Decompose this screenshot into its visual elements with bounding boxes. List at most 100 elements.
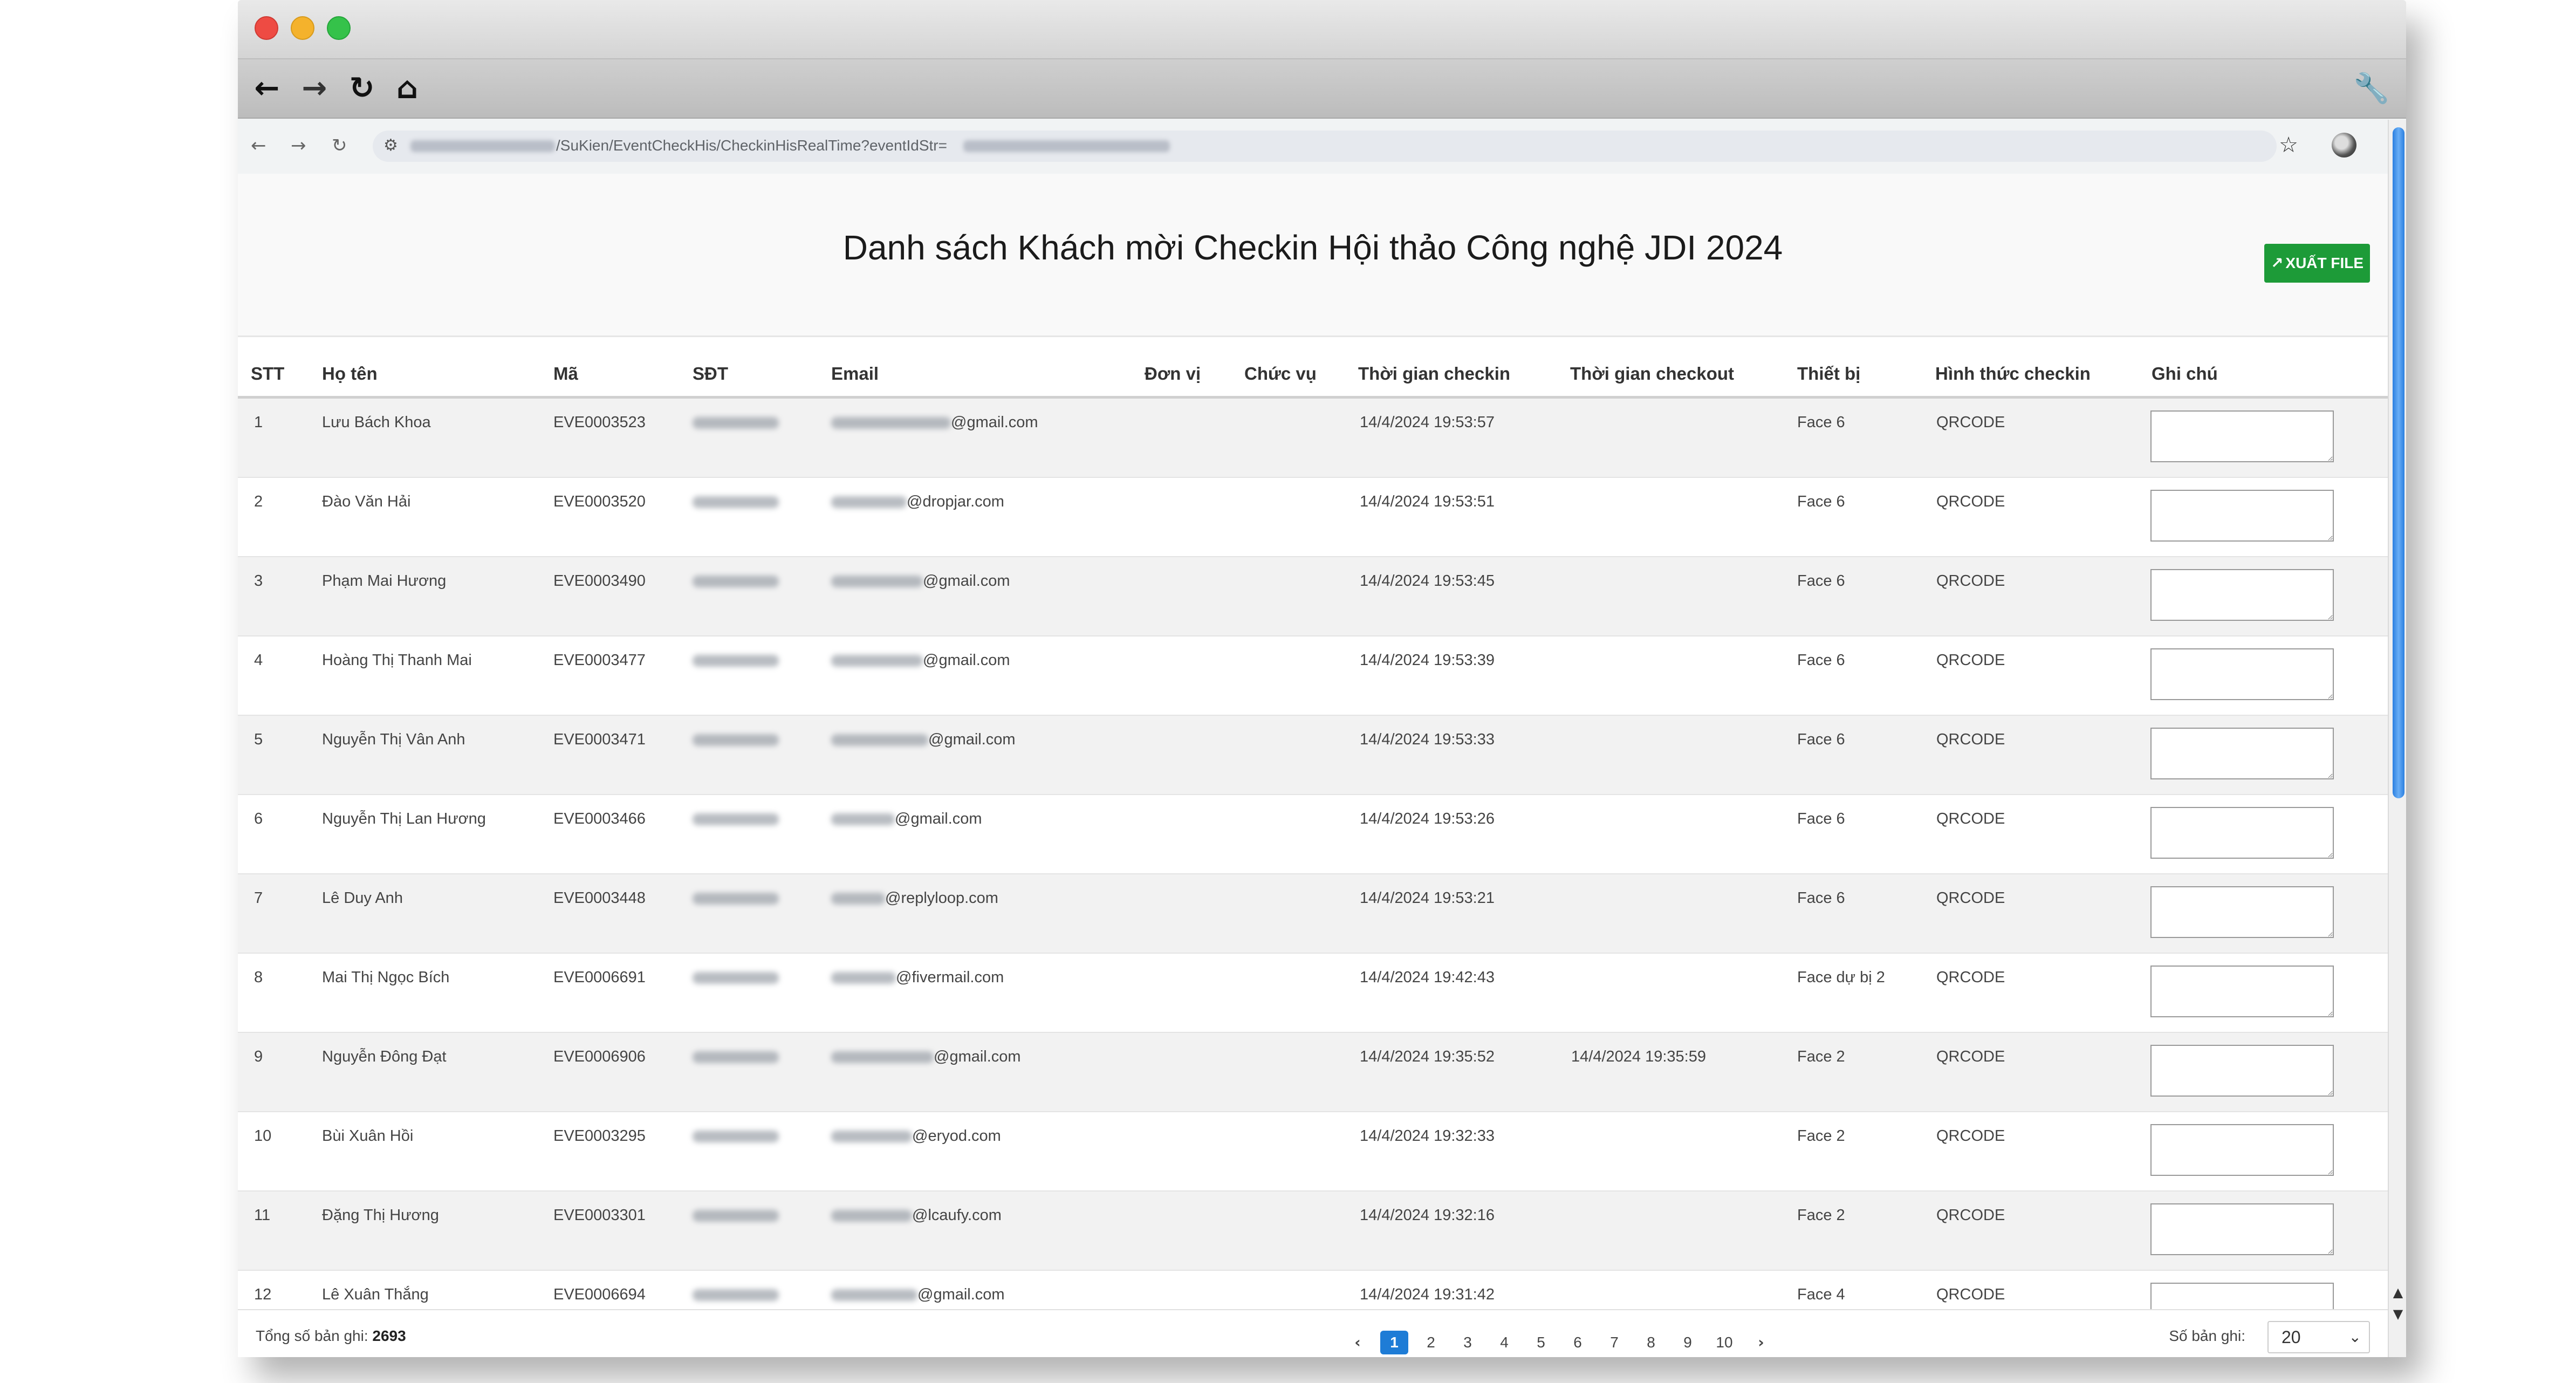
resize-grip-icon[interactable] [2388,1338,2406,1357]
cell-checkin-method: QRCODE [1936,1048,2005,1065]
cell-name: Đặng Thị Hương [322,1207,439,1224]
cell-code: EVE0003295 [553,1127,646,1145]
home-icon[interactable]: ⌂ [390,71,424,106]
minimize-window-button[interactable] [291,16,314,40]
cell-checkin-time: 14/4/2024 19:53:39 [1360,652,1495,669]
note-input[interactable] [2150,886,2334,938]
profile-icon[interactable] [2332,133,2356,158]
email-local-redacted [831,893,885,905]
cell-device: Face 6 [1797,652,1845,669]
cell-device: Face dự bị 2 [1797,969,1885,986]
scroll-up-icon[interactable]: ▲ [2391,1285,2405,1301]
cell-name: Mai Thị Ngọc Bích [322,969,450,986]
col-code: Mã [553,364,578,384]
col-name: Họ tên [322,364,378,384]
cell-email-domain: @gmail.com [895,810,982,827]
table-row: 9 Nguyễn Đông Đạt EVE0006906 14/4/2024 19:3… [238,1033,2388,1112]
email-local-redacted [831,417,951,429]
phone-redacted [693,576,779,587]
table-row: 8 Mai Thị Ngọc Bích EVE0006691 14/4/2024 19… [238,954,2388,1033]
wrench-icon[interactable]: 🔧 [2353,71,2389,106]
cell-code: EVE0003471 [553,731,646,748]
cell-checkin-method: QRCODE [1936,493,2005,510]
table-row: 2 Đào Văn Hải EVE0003520 14/4/2024 19:53:51… [238,478,2388,557]
page-link[interactable]: 6 [1564,1331,1592,1354]
cell-device: Face 4 [1797,1286,1845,1303]
star-icon[interactable]: ☆ [2279,133,2298,158]
cell-checkin-time: 14/4/2024 19:53:57 [1360,414,1495,431]
note-input[interactable] [2150,1203,2334,1255]
phone-redacted [693,496,779,508]
cell-device: Face 2 [1797,1127,1845,1145]
table-row: 10 Bùi Xuân Hồi EVE0003295 14/4/2024 19:32:… [238,1112,2388,1192]
email-local-redacted [831,1051,934,1063]
note-input[interactable] [2150,1124,2334,1176]
phone-redacted [693,1210,779,1222]
col-stt: STT [251,364,285,384]
page-link[interactable]: 7 [1600,1331,1628,1354]
note-input[interactable] [2150,410,2334,462]
note-input[interactable] [2150,728,2334,779]
per-page-select[interactable]: 20 ⌄ [2267,1321,2370,1353]
page-next-icon[interactable]: › [1747,1331,1775,1354]
cell-checkin-method: QRCODE [1936,889,2005,907]
email-local-redacted [831,496,907,508]
cell-checkin-method: QRCODE [1936,1286,2005,1303]
export-icon: ↗ [2270,254,2284,272]
site-settings-icon[interactable]: ⚙ [383,136,398,155]
maximize-window-button[interactable] [327,16,351,40]
page-link[interactable]: 5 [1527,1331,1555,1354]
email-local-redacted [831,655,923,667]
note-input[interactable] [2150,1283,2334,1309]
cell-device: Face 6 [1797,889,1845,907]
vertical-scrollbar[interactable]: ▲ ▼ [2388,120,2406,1357]
cell-checkout-time: 14/4/2024 19:35:59 [1571,1048,1706,1065]
back-arrow-icon[interactable]: ← [251,135,266,156]
page-link[interactable]: 1 [1380,1331,1408,1354]
scrollbar-thumb[interactable] [2393,127,2404,798]
scroll-down-icon[interactable]: ▼ [2391,1306,2405,1323]
close-window-button[interactable] [255,16,278,40]
col-checkin-time: Thời gian checkin [1358,364,1511,384]
cell-checkin-method: QRCODE [1936,414,2005,431]
page-link[interactable]: 9 [1674,1331,1702,1354]
note-input[interactable] [2150,807,2334,859]
table-header: STT Họ tên Mã SĐT Email Đơn vị Chức vụ T… [238,350,2388,399]
url-field[interactable]: ⚙ /SuKien/EventCheckHis/CheckinHisRealTi… [373,131,2277,162]
page-link[interactable]: 4 [1490,1331,1518,1354]
address-bar-row: ← → ↻ ⚙ /SuKien/EventCheckHis/CheckinHis… [238,119,2406,174]
note-input[interactable] [2150,569,2334,621]
reload-icon[interactable]: ↻ [332,135,347,156]
cell-stt: 7 [254,889,263,907]
page-link[interactable]: 10 [1710,1331,1738,1354]
cell-email-domain: @fivermail.com [896,969,1004,986]
cell-checkin-method: QRCODE [1936,969,2005,986]
forward-arrow-icon[interactable]: → [291,135,306,156]
email-local-redacted [831,1131,912,1142]
page-link[interactable]: 8 [1637,1331,1665,1354]
back-arrow-icon[interactable]: ← [250,71,284,106]
note-input[interactable] [2150,1045,2334,1097]
per-page-value: 20 [2282,1327,2301,1347]
url-query-redacted [963,140,1170,152]
cell-name: Lưu Bách Khoa [322,414,431,431]
cell-code: EVE0003490 [553,572,646,590]
page-prev-icon[interactable]: ‹ [1344,1331,1372,1354]
email-local-redacted [831,1289,917,1301]
total-records: Tổng số bản ghi: 2693 [256,1327,406,1345]
cell-checkin-method: QRCODE [1936,1207,2005,1224]
page-link[interactable]: 3 [1454,1331,1482,1354]
email-local-redacted [831,1210,912,1222]
phone-redacted [693,1131,779,1142]
page-link[interactable]: 2 [1417,1331,1445,1354]
cell-device: Face 6 [1797,414,1845,431]
note-input[interactable] [2150,966,2334,1017]
cell-name: Lê Duy Anh [322,889,403,907]
forward-arrow-icon[interactable]: → [297,71,332,106]
reload-icon[interactable]: ↻ [345,71,379,106]
export-file-button[interactable]: ↗ XUẤT FILE [2264,244,2370,283]
cell-checkin-time: 14/4/2024 19:32:16 [1360,1207,1495,1224]
export-file-label: XUẤT FILE [2285,255,2364,271]
note-input[interactable] [2150,648,2334,700]
note-input[interactable] [2150,490,2334,542]
